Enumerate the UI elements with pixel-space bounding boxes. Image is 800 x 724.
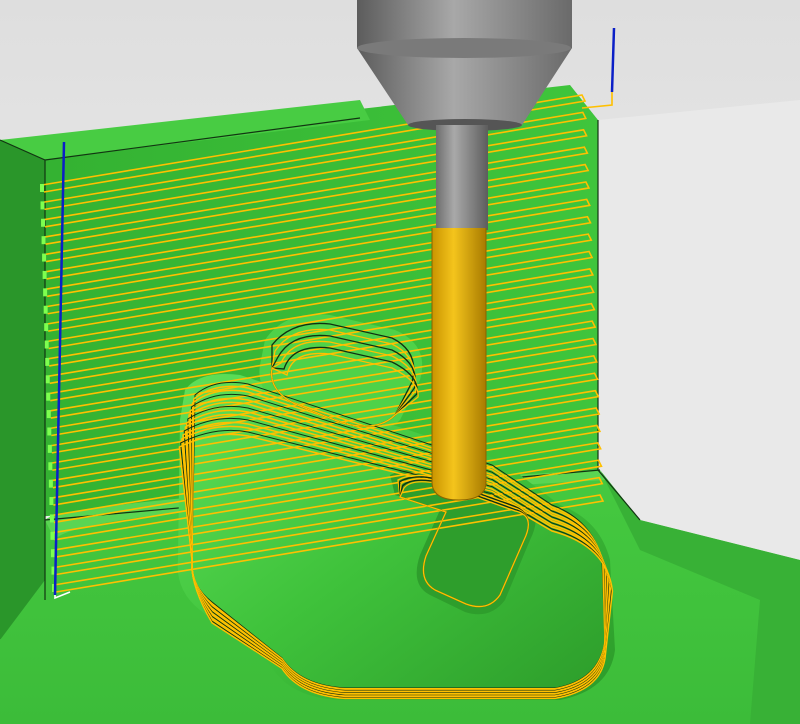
toolpath-endpoint xyxy=(40,201,45,210)
graphics-viewport[interactable] xyxy=(0,0,800,724)
toolpath-endpoint xyxy=(43,305,48,314)
toolpath-endpoint xyxy=(45,375,50,384)
toolpath-endpoint xyxy=(46,392,51,401)
toolpath-endpoint xyxy=(44,323,49,332)
toolpath-endpoint xyxy=(47,427,52,436)
workpiece-left-face xyxy=(0,140,45,640)
cam-scene[interactable] xyxy=(0,0,800,724)
workpiece-right-step xyxy=(598,100,800,560)
toolpath-endpoint xyxy=(43,288,48,297)
toolpath-endpoint xyxy=(41,236,46,245)
tool-holder-rim xyxy=(357,38,571,58)
toolpath-endpoint xyxy=(48,462,53,471)
toolpath-endpoint xyxy=(41,218,46,227)
toolpath-endpoint xyxy=(42,253,47,262)
toolpath-endpoint xyxy=(50,549,55,558)
toolpath-endpoint xyxy=(46,410,51,419)
tool-flute xyxy=(432,228,486,483)
toolpath-endpoint xyxy=(47,444,52,453)
toolpath-endpoint xyxy=(50,531,55,540)
toolpath-endpoint xyxy=(40,184,44,192)
toolpath-endpoint xyxy=(48,479,53,488)
toolpath-endpoint xyxy=(49,514,54,523)
toolpath-endpoint xyxy=(44,340,49,349)
toolpath-endpoint xyxy=(45,357,50,366)
toolpath-endpoint xyxy=(49,497,54,506)
toolpath-endpoint xyxy=(42,270,47,279)
tool-shank xyxy=(436,125,488,230)
